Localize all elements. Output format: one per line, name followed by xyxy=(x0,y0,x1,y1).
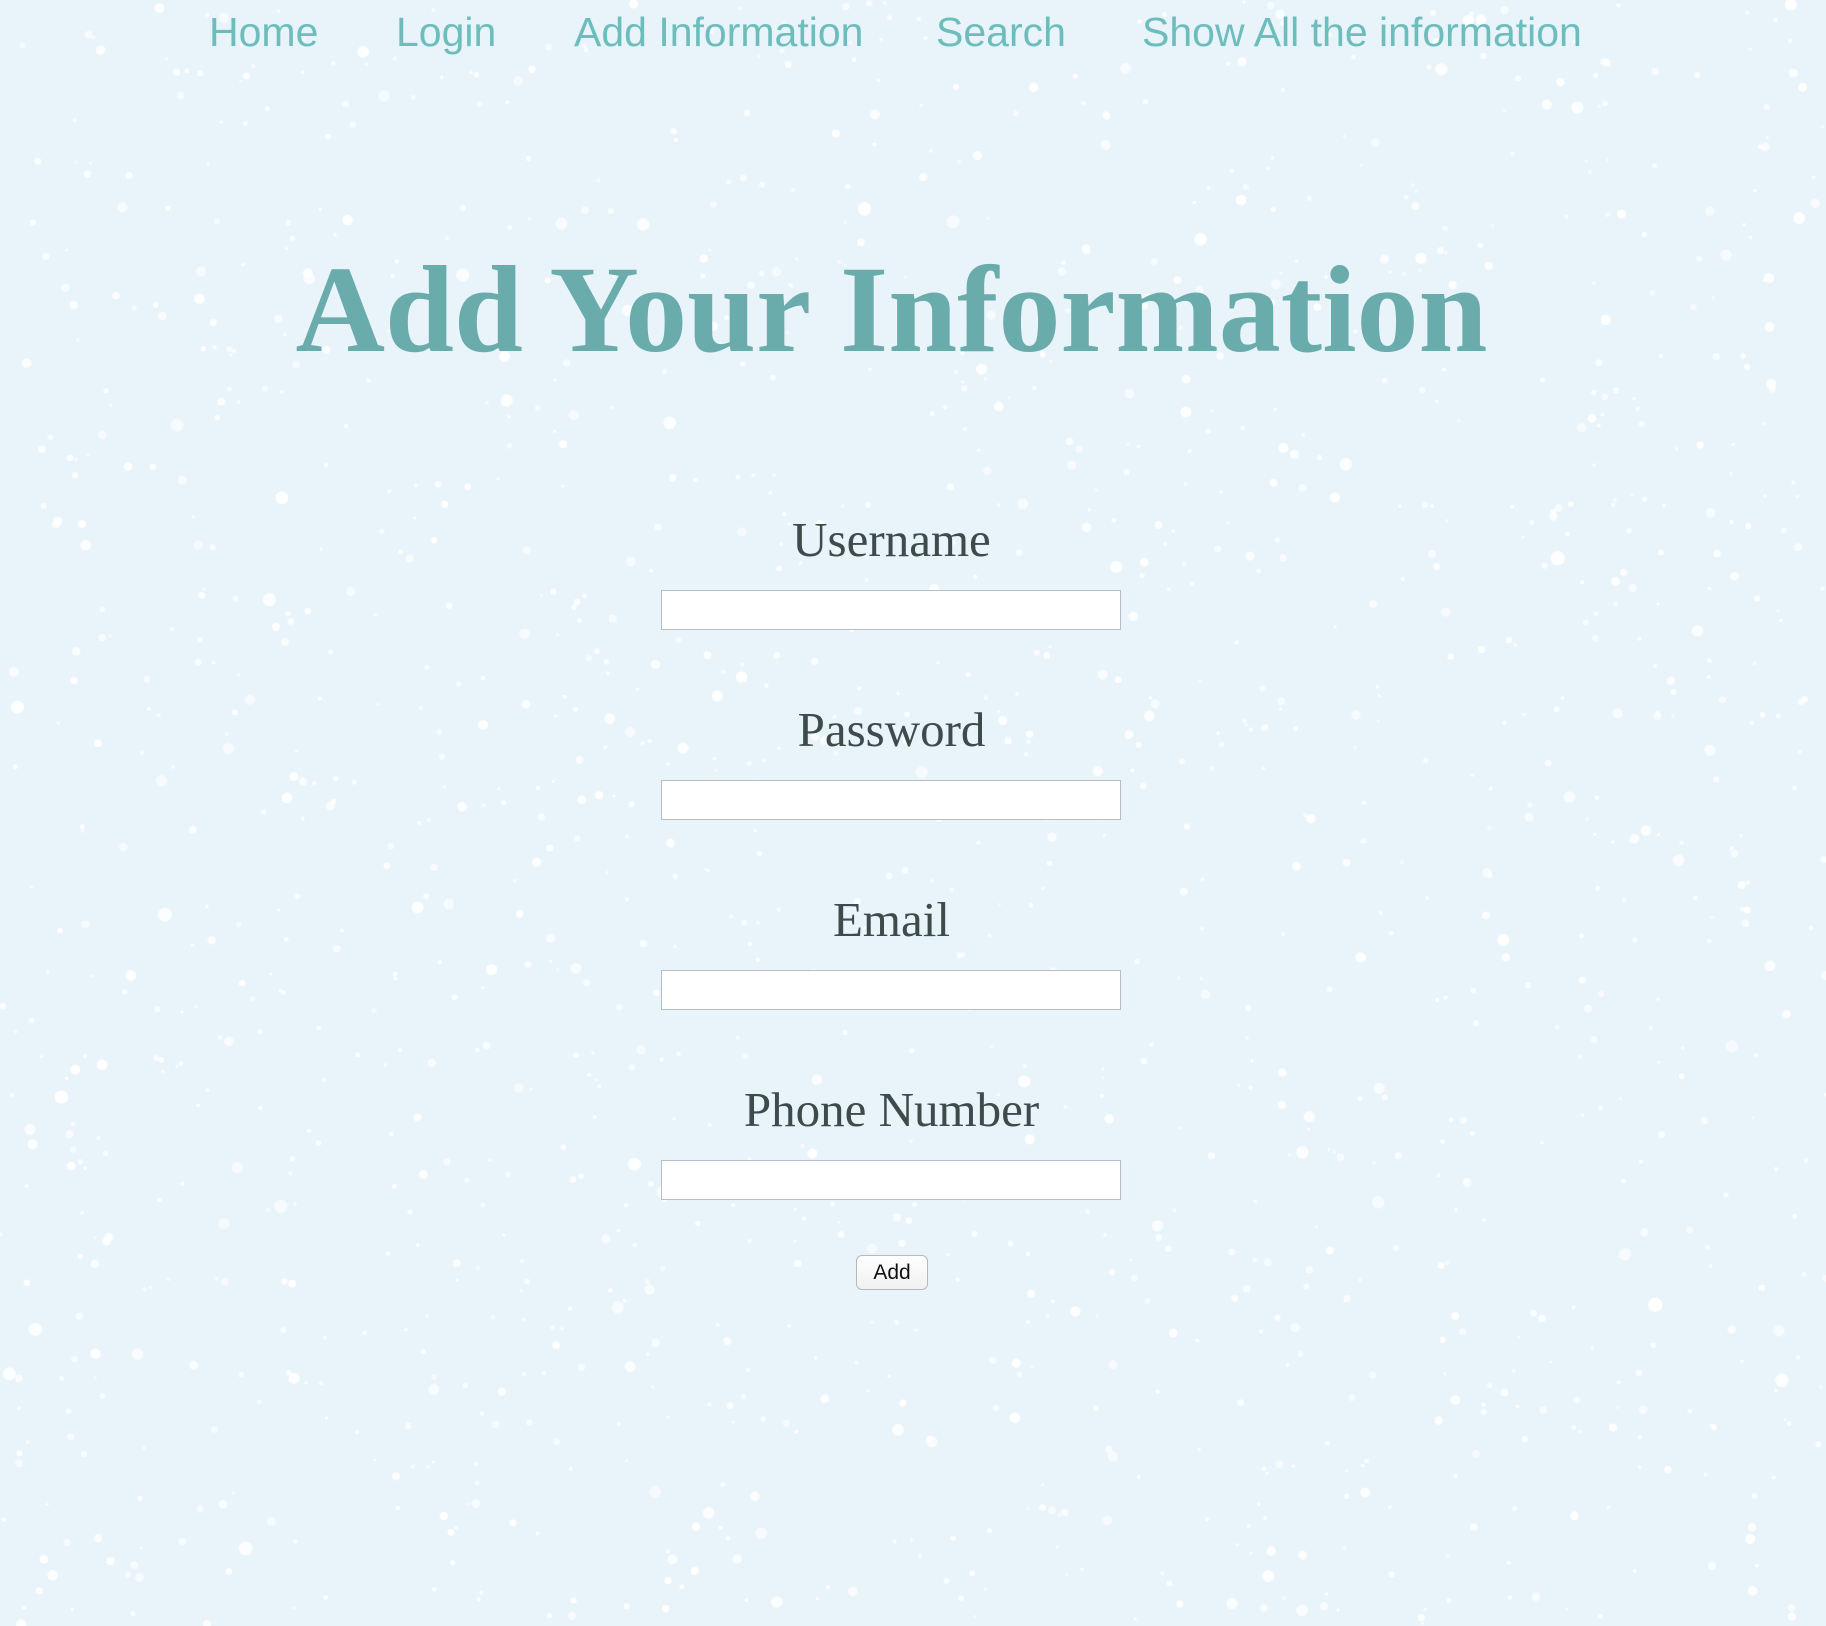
nav-link-show-all[interactable]: Show All the information xyxy=(1142,6,1582,58)
add-button[interactable]: Add xyxy=(856,1255,928,1290)
password-label: Password xyxy=(797,702,986,757)
username-label: Username xyxy=(792,512,991,567)
password-input[interactable] xyxy=(661,780,1121,820)
nav-link-login[interactable]: Login xyxy=(396,6,496,58)
email-input[interactable] xyxy=(661,970,1121,1010)
nav-link-add-information[interactable]: Add Information xyxy=(574,6,863,58)
nav-link-home[interactable]: Home xyxy=(209,6,318,58)
top-navigation: Home Login Add Information Search Show A… xyxy=(0,6,1826,62)
username-input[interactable] xyxy=(661,590,1121,630)
page-title: Add Your Information xyxy=(295,241,1488,378)
phone-number-label: Phone Number xyxy=(743,1082,1040,1137)
phone-number-input[interactable] xyxy=(661,1160,1121,1200)
email-label: Email xyxy=(832,892,951,947)
nav-link-search[interactable]: Search xyxy=(936,6,1066,58)
